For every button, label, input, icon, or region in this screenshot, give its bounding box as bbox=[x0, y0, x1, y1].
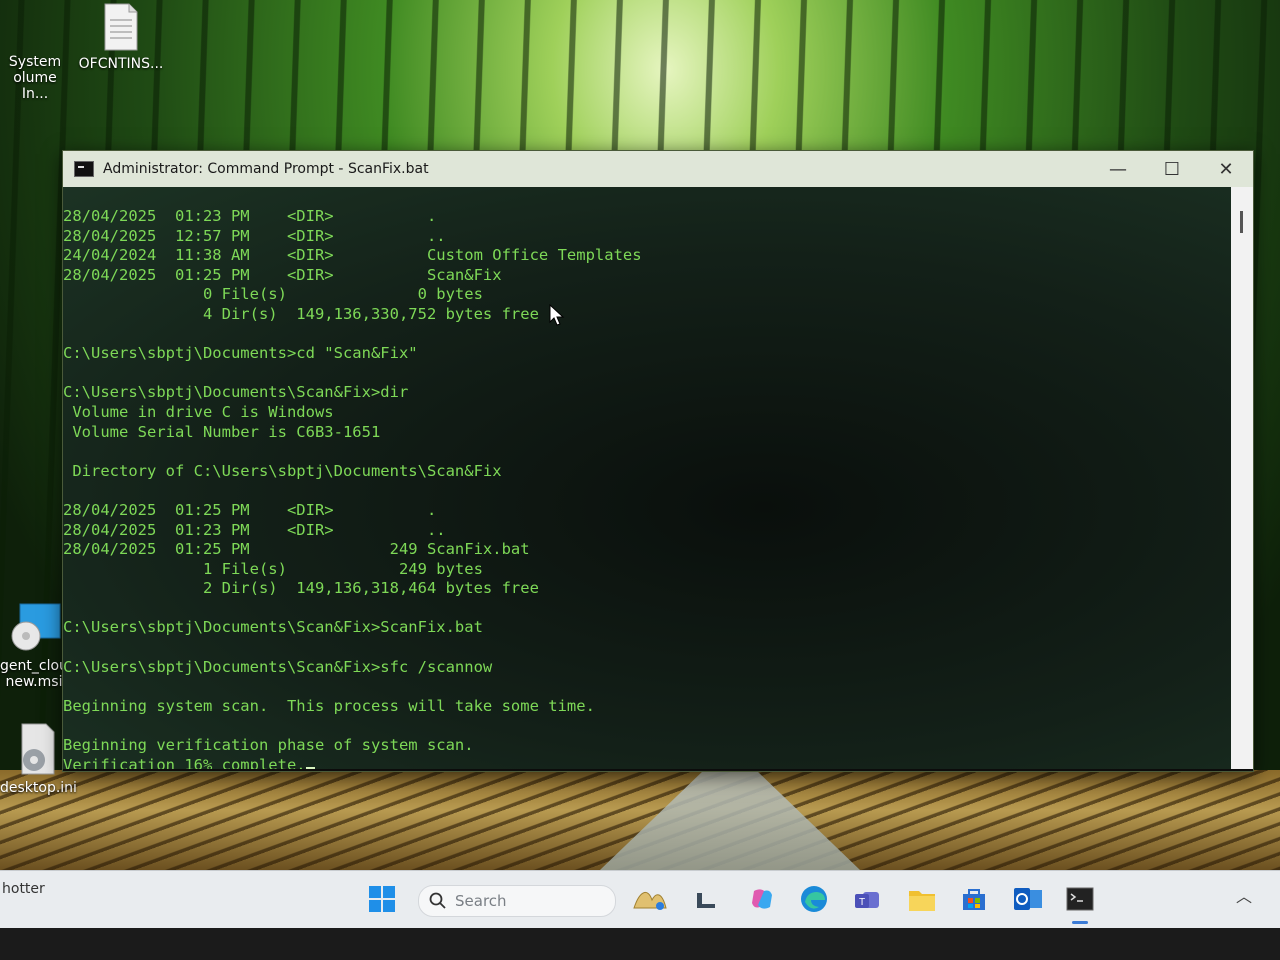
copilot-button[interactable] bbox=[746, 883, 778, 915]
desktop-icon-system-volume[interactable]: System olume In... bbox=[0, 10, 70, 102]
maximize-button[interactable]: ☐ bbox=[1145, 151, 1199, 187]
widget-icon bbox=[633, 892, 667, 910]
teams-button[interactable]: T bbox=[852, 883, 884, 915]
window-title: Administrator: Command Prompt - ScanFix.… bbox=[103, 161, 429, 177]
search-icon bbox=[429, 892, 446, 909]
window-controls: — ☐ ✕ bbox=[1091, 151, 1253, 187]
console-line: 1 File(s) 249 bytes bbox=[63, 559, 483, 578]
console-output[interactable]: 28/04/2025 01:23 PM <DIR> . 28/04/2025 12… bbox=[63, 187, 1231, 769]
scrollbar-thumb[interactable] bbox=[1240, 211, 1243, 233]
terminal-icon bbox=[1066, 887, 1094, 911]
console-line: Beginning verification phase of system s… bbox=[63, 736, 474, 755]
maximize-icon: ☐ bbox=[1163, 158, 1181, 180]
search-placeholder: Search bbox=[455, 892, 507, 910]
taskbar-weather-text[interactable]: hotter bbox=[2, 881, 45, 897]
cmd-icon bbox=[74, 161, 94, 177]
console-line: C:\Users\sbptj\Documents\Scan&Fix>sfc /s… bbox=[63, 657, 493, 676]
outlook-icon bbox=[1014, 888, 1042, 910]
document-icon bbox=[104, 3, 138, 51]
store-icon bbox=[963, 889, 985, 910]
desktop-icon-ofcntins[interactable]: OFCNTINS... bbox=[78, 2, 164, 72]
terminal-button[interactable] bbox=[1064, 883, 1096, 915]
console-line: 0 File(s) 0 bytes bbox=[63, 285, 483, 304]
taskbar: hotter Search T ︿ bbox=[0, 870, 1280, 929]
screen-bezel bbox=[0, 928, 1280, 960]
edge-button[interactable] bbox=[798, 883, 830, 915]
console-line: C:\Users\sbptj\Documents\Scan&Fix>ScanFi… bbox=[63, 618, 483, 637]
command-prompt-window[interactable]: Administrator: Command Prompt - ScanFix.… bbox=[62, 150, 1254, 772]
chevron-up-icon: ︿ bbox=[1235, 887, 1252, 906]
taskbar-search[interactable]: Search bbox=[418, 885, 616, 917]
svg-text:T: T bbox=[859, 897, 865, 908]
outlook-button[interactable] bbox=[1012, 883, 1044, 915]
desktop-icon-label: System bbox=[8, 54, 62, 70]
show-hidden-icons-button[interactable]: ︿ bbox=[1236, 883, 1252, 907]
minimize-button[interactable]: — bbox=[1091, 151, 1145, 187]
store-button[interactable] bbox=[958, 883, 990, 915]
file-explorer-button[interactable] bbox=[906, 883, 938, 915]
mouse-pointer-icon bbox=[549, 304, 565, 326]
vertical-scrollbar[interactable] bbox=[1231, 187, 1253, 769]
widgets-button[interactable] bbox=[630, 883, 670, 915]
folder-icon bbox=[909, 891, 935, 911]
console-line: 4 Dir(s) 149,136,330,752 bytes free bbox=[63, 304, 539, 323]
installer-icon bbox=[11, 603, 61, 651]
console-line: Directory of C:\Users\sbptj\Documents\Sc… bbox=[63, 461, 502, 480]
console-text: 28/04/2025 01:23 PM <DIR> . 28/04/2025 12… bbox=[63, 187, 1231, 769]
minimize-icon: — bbox=[1109, 158, 1127, 180]
console-line: Volume in drive C is Windows bbox=[63, 402, 334, 421]
desktop-icon-label: gent_clou bbox=[0, 658, 68, 674]
task-view-button[interactable] bbox=[690, 883, 722, 915]
settings-file-icon bbox=[21, 723, 55, 775]
console-line: 28/04/2025 12:57 PM <DIR> .. bbox=[63, 226, 446, 245]
console-line: Verification 16% complete. bbox=[63, 756, 1231, 769]
desktop-icon-label: new.msi bbox=[5, 674, 63, 690]
text-cursor bbox=[305, 766, 315, 769]
desktop-icon-label: olume In... bbox=[13, 70, 57, 102]
terminal-active-indicator bbox=[1072, 921, 1088, 924]
console-line: Beginning system scan. This process will… bbox=[63, 696, 595, 715]
console-line: 28/04/2025 01:23 PM <DIR> . bbox=[63, 207, 437, 225]
copilot-icon bbox=[752, 889, 772, 909]
console-line: C:\Users\sbptj\Documents\Scan&Fix>dir bbox=[63, 383, 409, 402]
window-titlebar[interactable]: Administrator: Command Prompt - ScanFix.… bbox=[63, 151, 1253, 187]
close-icon: ✕ bbox=[1218, 158, 1234, 180]
teams-icon: T bbox=[855, 892, 879, 908]
console-line: 28/04/2025 01:25 PM 249 ScanFix.bat bbox=[63, 540, 530, 559]
close-button[interactable]: ✕ bbox=[1199, 151, 1253, 187]
console-line: C:\Users\sbptj\Documents>cd "Scan&Fix" bbox=[63, 344, 418, 363]
edge-icon bbox=[801, 886, 827, 912]
folder-icon bbox=[15, 10, 55, 50]
start-button[interactable] bbox=[366, 883, 398, 915]
start-icon bbox=[369, 886, 395, 912]
console-line: 2 Dir(s) 149,136,318,464 bytes free bbox=[63, 579, 539, 598]
console-line: 28/04/2025 01:23 PM <DIR> .. bbox=[63, 520, 446, 539]
desktop-icon-agent-msi[interactable]: gent_clou new.msi bbox=[0, 602, 68, 690]
console-line: 28/04/2025 01:25 PM <DIR> Scan&Fix bbox=[63, 265, 502, 284]
console-line: Volume Serial Number is C6B3-1651 bbox=[63, 422, 381, 441]
desktop-icon-label: OFCNTINS... bbox=[78, 56, 164, 72]
file-explorer-icon bbox=[697, 893, 715, 908]
console-line: 28/04/2025 01:25 PM <DIR> . bbox=[63, 500, 437, 519]
console-line: 24/04/2024 11:38 AM <DIR> Custom Office … bbox=[63, 246, 642, 265]
desktop-icon-label: desktop.ini bbox=[0, 780, 77, 796]
